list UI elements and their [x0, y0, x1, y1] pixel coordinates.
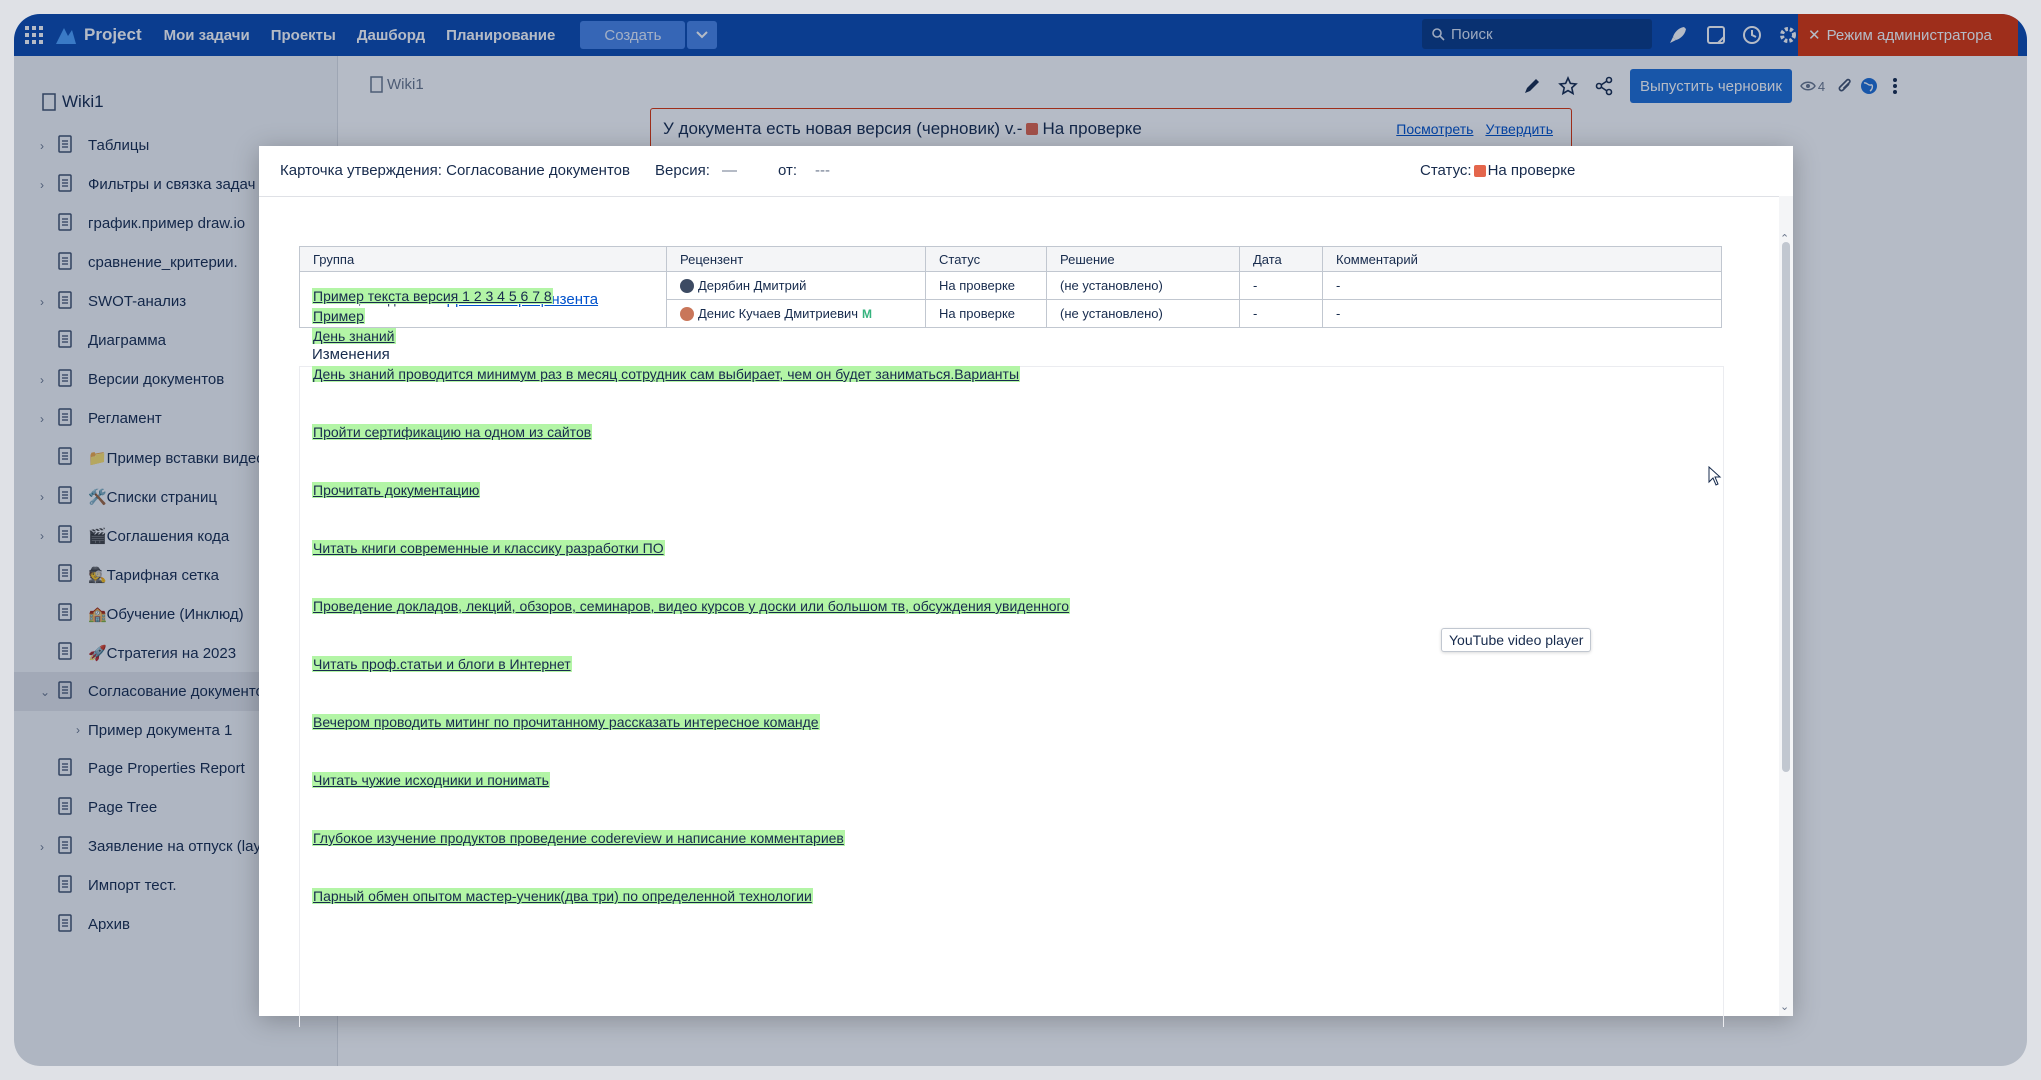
- video-tooltip: YouTube video player: [1441, 628, 1592, 652]
- col-status: Статус: [925, 246, 1047, 272]
- change-line: Читать чужие исходники и понимать: [312, 772, 550, 788]
- status-dot: [1473, 164, 1486, 177]
- change-line: День знаний проводится минимум раз в мес…: [312, 366, 1021, 382]
- version-label: Версия:: [655, 162, 710, 179]
- mouse-cursor-icon: [1708, 465, 1722, 491]
- decision-cell: (не установлено): [1046, 299, 1240, 328]
- changes-panel: [299, 366, 1724, 1027]
- change-line: Пример: [312, 308, 365, 324]
- version-value: —: [722, 162, 737, 179]
- status-label: Статус:: [1420, 162, 1472, 179]
- changes-heading: Изменения: [312, 346, 390, 363]
- scroll-down-icon[interactable]: ⌄: [1780, 1000, 1789, 1013]
- change-line: Читать проф.статьи и блоги в Интернет: [312, 656, 572, 672]
- col-group: Группа: [299, 246, 667, 272]
- from-value: ---: [815, 162, 830, 179]
- change-line: Пример текста версия 1 2 3 4 5 6 7 8: [312, 288, 553, 304]
- change-line: Парный обмен опытом мастер-ученик(два тр…: [312, 888, 813, 904]
- change-line: Читать книги современные и классику разр…: [312, 540, 665, 556]
- avatar: [680, 278, 694, 293]
- col-reviewer: Рецензент: [666, 246, 926, 272]
- date-cell: -: [1239, 299, 1323, 328]
- reviewer-cell: Дерябин Дмитрий: [666, 271, 926, 300]
- comment-cell: -: [1322, 299, 1722, 328]
- col-decision: Решение: [1046, 246, 1240, 272]
- status-cell: На проверке: [925, 271, 1047, 300]
- app-window: Project Мои задачи Проекты Дашборд Плани…: [14, 14, 2027, 1066]
- dialog-status: Статус: На проверке: [1420, 162, 1575, 179]
- reviewer-name: Дерябин Дмитрий: [698, 278, 807, 293]
- dialog-title: Карточка утверждения: Согласование докум…: [280, 162, 630, 179]
- status-cell: На проверке: [925, 299, 1047, 328]
- change-line: Прочитать документацию: [312, 482, 481, 498]
- decision-cell: (не установлено): [1046, 271, 1240, 300]
- change-line: Вечером проводить митинг по прочитанному…: [312, 714, 820, 730]
- col-comment: Комментарий: [1322, 246, 1722, 272]
- col-date: Дата: [1239, 246, 1323, 272]
- approval-card-dialog: Карточка утверждения: Согласование докум…: [259, 146, 1793, 1027]
- reviewer-name: Денис Кучаев Дмитриевич: [698, 306, 859, 321]
- reviewer-cell: Денис Кучаев Дмитриевич M: [666, 299, 926, 328]
- change-line: Глубокое изучение продуктов проведение c…: [312, 830, 845, 846]
- from-label: от:: [778, 162, 798, 179]
- reviewers-table: Группа Рецензент Статус Решение Дата Ком…: [299, 246, 1722, 328]
- change-line: День знаний: [312, 328, 396, 344]
- reviewer-badge: M: [862, 306, 873, 321]
- status-value: На проверке: [1487, 162, 1576, 179]
- avatar: [680, 306, 694, 321]
- comment-cell: -: [1322, 271, 1722, 300]
- dialog-header: Карточка утверждения: Согласование докум…: [259, 146, 1793, 197]
- scrollbar-thumb[interactable]: [1782, 242, 1790, 772]
- date-cell: -: [1239, 271, 1323, 300]
- change-line: Проведение докладов, лекций, обзоров, се…: [312, 598, 1071, 614]
- scroll-up-icon[interactable]: ⌃: [1780, 232, 1789, 245]
- change-line: Пройти сертификацию на одном из сайтов: [312, 424, 593, 440]
